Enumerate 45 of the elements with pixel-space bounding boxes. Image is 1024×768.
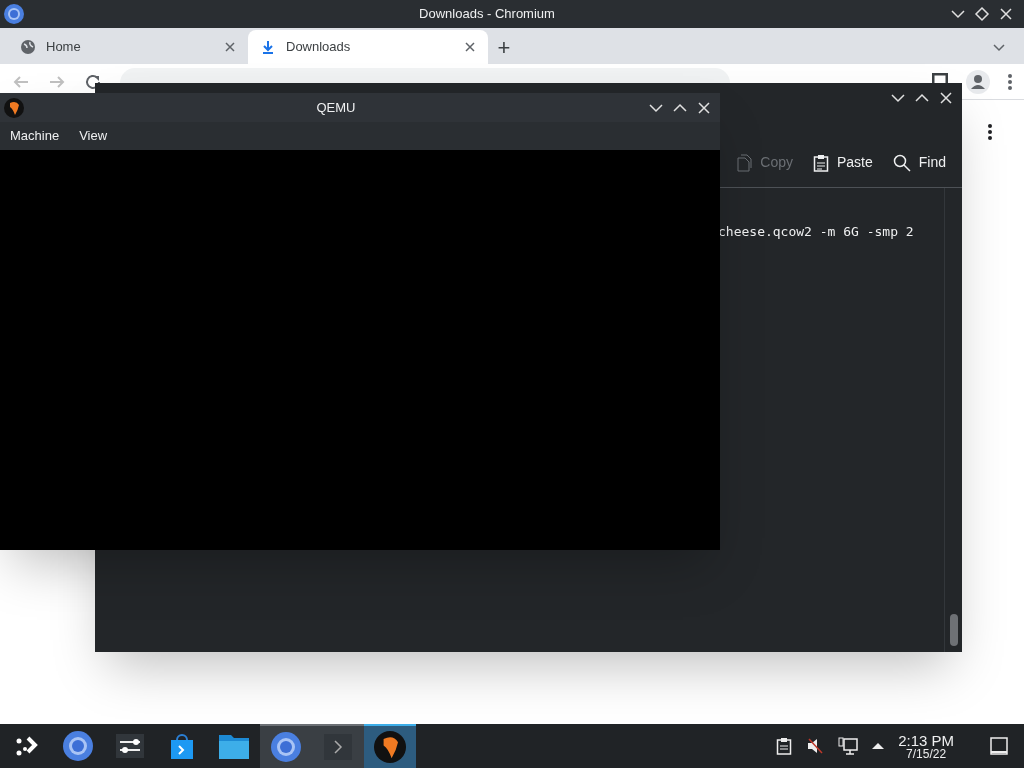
new-tab-button[interactable]: + bbox=[488, 30, 520, 64]
copy-icon bbox=[736, 153, 753, 172]
qemu-logo-icon bbox=[374, 731, 406, 763]
clipboard-icon[interactable] bbox=[776, 737, 793, 755]
maximize-icon[interactable] bbox=[974, 6, 990, 22]
toolbar-button[interactable]: Paste bbox=[812, 152, 873, 173]
browser-tab[interactable]: Downloads bbox=[248, 30, 488, 64]
download-icon bbox=[260, 39, 276, 55]
close-icon[interactable] bbox=[938, 90, 954, 106]
sliders-icon bbox=[116, 734, 144, 758]
close-icon[interactable] bbox=[464, 41, 476, 53]
tab-label: Downloads bbox=[286, 38, 352, 57]
window-title: Downloads - Chromium bbox=[418, 5, 556, 24]
search-icon bbox=[892, 153, 911, 172]
window-title: QEMU bbox=[315, 98, 357, 117]
close-icon[interactable] bbox=[696, 99, 712, 116]
menu-item[interactable]: View bbox=[79, 126, 108, 146]
network-icon[interactable] bbox=[838, 737, 859, 755]
taskbar-button[interactable] bbox=[260, 724, 312, 768]
taskbar-button[interactable] bbox=[364, 724, 416, 768]
menu-item[interactable]: Machine bbox=[10, 126, 60, 146]
browser-logo-icon bbox=[63, 731, 93, 761]
terminal-line: cheese.qcow2 -m 6G -smp 2 bbox=[718, 223, 915, 241]
clipboard-icon bbox=[812, 153, 829, 172]
folder-icon bbox=[219, 733, 249, 759]
browser-logo-icon bbox=[271, 732, 301, 762]
toolbar-button[interactable]: Find bbox=[892, 152, 946, 173]
reload-icon[interactable] bbox=[84, 72, 102, 91]
menu-icon[interactable] bbox=[1008, 73, 1012, 90]
muted-speaker-icon[interactable] bbox=[806, 737, 825, 755]
terminal-icon bbox=[324, 734, 352, 760]
shopping-bag-icon bbox=[169, 732, 195, 760]
show-desktop-icon[interactable] bbox=[990, 737, 1008, 755]
globe-icon bbox=[20, 39, 36, 55]
more-options-icon[interactable] bbox=[988, 124, 992, 140]
expand-tray-icon[interactable] bbox=[872, 741, 885, 751]
close-icon[interactable] bbox=[998, 6, 1014, 22]
extension-icon[interactable] bbox=[932, 73, 948, 83]
qemu-logo-icon bbox=[4, 97, 24, 118]
clock-time[interactable]: 2:13 PM bbox=[898, 732, 954, 748]
tab-label: Home bbox=[46, 38, 82, 57]
clock-date[interactable]: 7/15/22 bbox=[906, 747, 947, 760]
scrollbar-thumb[interactable] bbox=[949, 614, 958, 646]
browser-logo-icon bbox=[4, 4, 24, 24]
profile-icon[interactable] bbox=[966, 69, 990, 94]
